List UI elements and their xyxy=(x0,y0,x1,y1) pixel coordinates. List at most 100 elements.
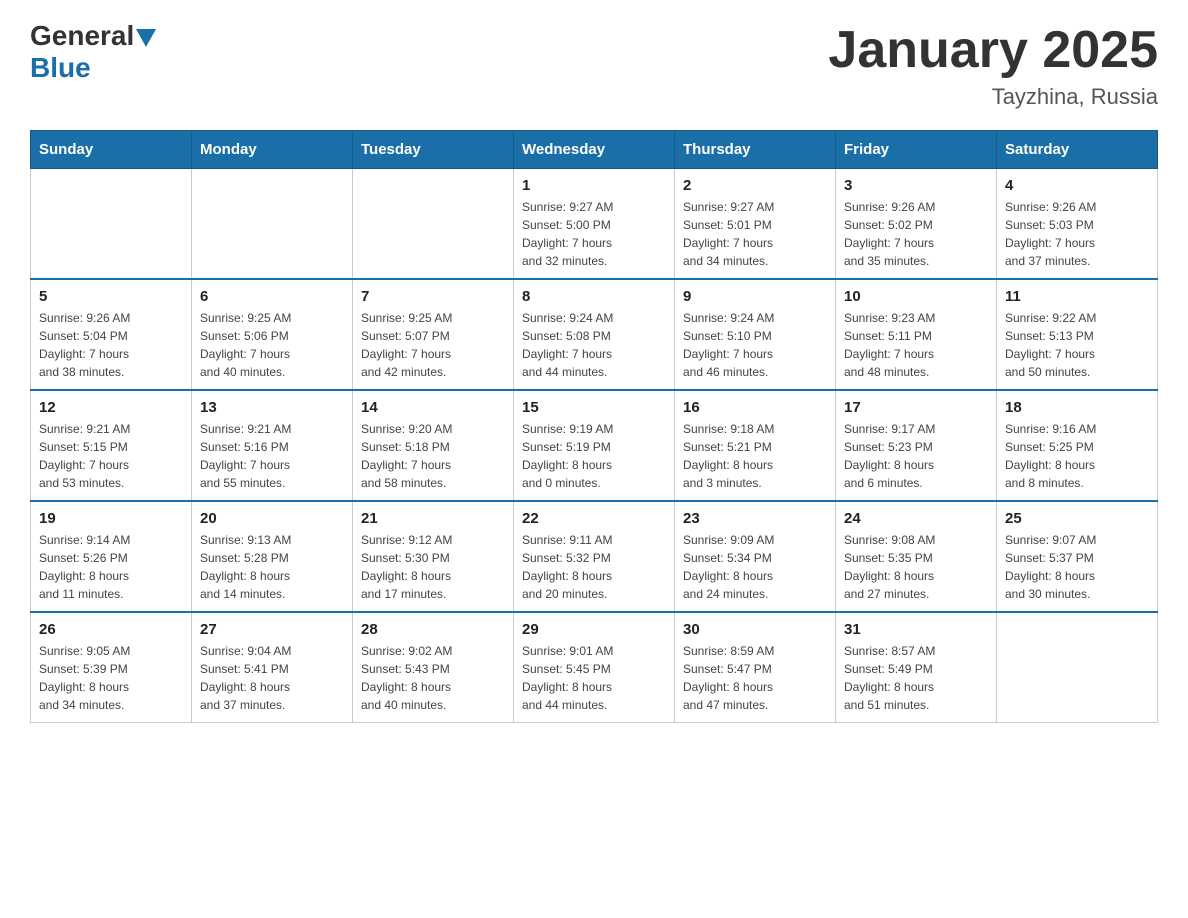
week-row-4: 19 Sunrise: 9:14 AM Sunset: 5:26 PM Dayli… xyxy=(31,501,1158,612)
week-row-2: 5Sunrise: 9:26 AM Sunset: 5:04 PM Daylig… xyxy=(31,279,1158,390)
day-info: Sunrise: 9:11 AM Sunset: 5:32 PM Dayligh… xyxy=(522,531,666,603)
calendar-title: January 2025 xyxy=(828,20,1158,80)
day-number: 25 xyxy=(1005,510,1149,527)
weekday-header-row: SundayMondayTuesdayWednesdayThursdayFrid… xyxy=(31,131,1158,169)
day-number: 6 xyxy=(200,288,344,305)
logo-general: General xyxy=(30,20,134,52)
day-info: Sunrise: 9:24 AM Sunset: 5:08 PM Dayligh… xyxy=(522,309,666,381)
calendar-cell xyxy=(353,169,514,280)
day-number: 22 xyxy=(522,510,666,527)
calendar-cell: 4Sunrise: 9:26 AM Sunset: 5:03 PM Daylig… xyxy=(997,169,1158,280)
day-number: 19 xyxy=(39,510,183,527)
day-info: Sunrise: 9:18 AM Sunset: 5:21 PM Dayligh… xyxy=(683,420,827,492)
day-info: Sunrise: 9:12 AM Sunset: 5:30 PM Dayligh… xyxy=(361,531,505,603)
calendar-cell: 17Sunrise: 9:17 AM Sunset: 5:23 PM Dayli… xyxy=(836,390,997,501)
day-info: Sunrise: 9:01 AM Sunset: 5:45 PM Dayligh… xyxy=(522,642,666,714)
calendar-cell: 14Sunrise: 9:20 AM Sunset: 5:18 PM Dayli… xyxy=(353,390,514,501)
calendar-cell: 25 Sunrise: 9:07 AM Sunset: 5:37 PM Dayli… xyxy=(997,501,1158,612)
day-info: Sunrise: 9:25 AM Sunset: 5:07 PM Dayligh… xyxy=(361,309,505,381)
day-info: Sunrise: 9:24 AM Sunset: 5:10 PM Dayligh… xyxy=(683,309,827,381)
day-number: 21 xyxy=(361,510,505,527)
calendar-cell: 26 Sunrise: 9:05 AM Sunset: 5:39 PM Dayli… xyxy=(31,612,192,723)
day-info: Sunrise: 9:02 AM Sunset: 5:43 PM Dayligh… xyxy=(361,642,505,714)
week-row-1: 1Sunrise: 9:27 AM Sunset: 5:00 PM Daylig… xyxy=(31,169,1158,280)
calendar-cell: 31Sunrise: 8:57 AM Sunset: 5:49 PM Dayli… xyxy=(836,612,997,723)
calendar-cell: 11 Sunrise: 9:22 AM Sunset: 5:13 PM Dayli… xyxy=(997,279,1158,390)
calendar-cell: 9 Sunrise: 9:24 AM Sunset: 5:10 PM Daylig… xyxy=(675,279,836,390)
weekday-header-monday: Monday xyxy=(192,131,353,169)
day-number: 31 xyxy=(844,621,988,638)
calendar-cell: 15 Sunrise: 9:19 AM Sunset: 5:19 PM Dayli… xyxy=(514,390,675,501)
day-info: Sunrise: 9:20 AM Sunset: 5:18 PM Dayligh… xyxy=(361,420,505,492)
day-number: 26 xyxy=(39,621,183,638)
day-number: 12 xyxy=(39,399,183,416)
day-number: 23 xyxy=(683,510,827,527)
day-info: Sunrise: 9:07 AM Sunset: 5:37 PM Dayligh… xyxy=(1005,531,1149,603)
weekday-header-wednesday: Wednesday xyxy=(514,131,675,169)
title-section: January 2025 Tayzhina, Russia xyxy=(828,20,1158,110)
day-info: Sunrise: 9:21 AM Sunset: 5:15 PM Dayligh… xyxy=(39,420,183,492)
day-info: Sunrise: 9:16 AM Sunset: 5:25 PM Dayligh… xyxy=(1005,420,1149,492)
calendar-cell: 13Sunrise: 9:21 AM Sunset: 5:16 PM Dayli… xyxy=(192,390,353,501)
calendar-cell: 20Sunrise: 9:13 AM Sunset: 5:28 PM Dayli… xyxy=(192,501,353,612)
calendar-cell: 28Sunrise: 9:02 AM Sunset: 5:43 PM Dayli… xyxy=(353,612,514,723)
weekday-header-thursday: Thursday xyxy=(675,131,836,169)
day-number: 11 xyxy=(1005,288,1149,305)
calendar-cell: 21 Sunrise: 9:12 AM Sunset: 5:30 PM Dayli… xyxy=(353,501,514,612)
logo: General Blue xyxy=(30,20,156,84)
weekday-header-sunday: Sunday xyxy=(31,131,192,169)
day-number: 17 xyxy=(844,399,988,416)
weekday-header-tuesday: Tuesday xyxy=(353,131,514,169)
day-number: 18 xyxy=(1005,399,1149,416)
calendar-cell: 8 Sunrise: 9:24 AM Sunset: 5:08 PM Daylig… xyxy=(514,279,675,390)
calendar-cell: 2 Sunrise: 9:27 AM Sunset: 5:01 PM Daylig… xyxy=(675,169,836,280)
calendar-cell: 5Sunrise: 9:26 AM Sunset: 5:04 PM Daylig… xyxy=(31,279,192,390)
weekday-header-friday: Friday xyxy=(836,131,997,169)
day-info: Sunrise: 9:27 AM Sunset: 5:01 PM Dayligh… xyxy=(683,198,827,270)
calendar-cell xyxy=(997,612,1158,723)
day-number: 3 xyxy=(844,177,988,194)
weekday-header-saturday: Saturday xyxy=(997,131,1158,169)
calendar-cell: 18 Sunrise: 9:16 AM Sunset: 5:25 PM Dayli… xyxy=(997,390,1158,501)
day-info: Sunrise: 9:05 AM Sunset: 5:39 PM Dayligh… xyxy=(39,642,183,714)
week-row-5: 26 Sunrise: 9:05 AM Sunset: 5:39 PM Dayli… xyxy=(31,612,1158,723)
day-number: 24 xyxy=(844,510,988,527)
calendar-cell: 30 Sunrise: 8:59 AM Sunset: 5:47 PM Dayli… xyxy=(675,612,836,723)
day-info: Sunrise: 9:13 AM Sunset: 5:28 PM Dayligh… xyxy=(200,531,344,603)
logo-triangle-icon xyxy=(136,29,156,47)
day-info: Sunrise: 9:25 AM Sunset: 5:06 PM Dayligh… xyxy=(200,309,344,381)
day-info: Sunrise: 9:14 AM Sunset: 5:26 PM Dayligh… xyxy=(39,531,183,603)
calendar-cell: 3 Sunrise: 9:26 AM Sunset: 5:02 PM Daylig… xyxy=(836,169,997,280)
day-number: 30 xyxy=(683,621,827,638)
logo-blue: Blue xyxy=(30,52,156,84)
day-info: Sunrise: 9:09 AM Sunset: 5:34 PM Dayligh… xyxy=(683,531,827,603)
calendar-cell: 12 Sunrise: 9:21 AM Sunset: 5:15 PM Dayli… xyxy=(31,390,192,501)
calendar-cell: 29 Sunrise: 9:01 AM Sunset: 5:45 PM Dayli… xyxy=(514,612,675,723)
day-number: 27 xyxy=(200,621,344,638)
calendar-cell: 19 Sunrise: 9:14 AM Sunset: 5:26 PM Dayli… xyxy=(31,501,192,612)
day-number: 15 xyxy=(522,399,666,416)
day-number: 2 xyxy=(683,177,827,194)
day-info: Sunrise: 9:26 AM Sunset: 5:03 PM Dayligh… xyxy=(1005,198,1149,270)
day-info: Sunrise: 9:22 AM Sunset: 5:13 PM Dayligh… xyxy=(1005,309,1149,381)
calendar-cell xyxy=(31,169,192,280)
calendar-table: SundayMondayTuesdayWednesdayThursdayFrid… xyxy=(30,130,1158,723)
calendar-cell: 22 Sunrise: 9:11 AM Sunset: 5:32 PM Dayli… xyxy=(514,501,675,612)
calendar-cell xyxy=(192,169,353,280)
calendar-subtitle: Tayzhina, Russia xyxy=(828,84,1158,110)
calendar-cell: 23 Sunrise: 9:09 AM Sunset: 5:34 PM Dayli… xyxy=(675,501,836,612)
day-number: 10 xyxy=(844,288,988,305)
day-info: Sunrise: 9:26 AM Sunset: 5:02 PM Dayligh… xyxy=(844,198,988,270)
day-info: Sunrise: 9:21 AM Sunset: 5:16 PM Dayligh… xyxy=(200,420,344,492)
day-info: Sunrise: 8:59 AM Sunset: 5:47 PM Dayligh… xyxy=(683,642,827,714)
day-number: 9 xyxy=(683,288,827,305)
day-info: Sunrise: 9:19 AM Sunset: 5:19 PM Dayligh… xyxy=(522,420,666,492)
calendar-cell: 24Sunrise: 9:08 AM Sunset: 5:35 PM Dayli… xyxy=(836,501,997,612)
calendar-cell: 6 Sunrise: 9:25 AM Sunset: 5:06 PM Daylig… xyxy=(192,279,353,390)
page-header: General Blue January 2025 Tayzhina, Russ… xyxy=(30,20,1158,110)
calendar-cell: 10Sunrise: 9:23 AM Sunset: 5:11 PM Dayli… xyxy=(836,279,997,390)
day-number: 8 xyxy=(522,288,666,305)
calendar-cell: 16Sunrise: 9:18 AM Sunset: 5:21 PM Dayli… xyxy=(675,390,836,501)
day-number: 29 xyxy=(522,621,666,638)
calendar-cell: 1Sunrise: 9:27 AM Sunset: 5:00 PM Daylig… xyxy=(514,169,675,280)
